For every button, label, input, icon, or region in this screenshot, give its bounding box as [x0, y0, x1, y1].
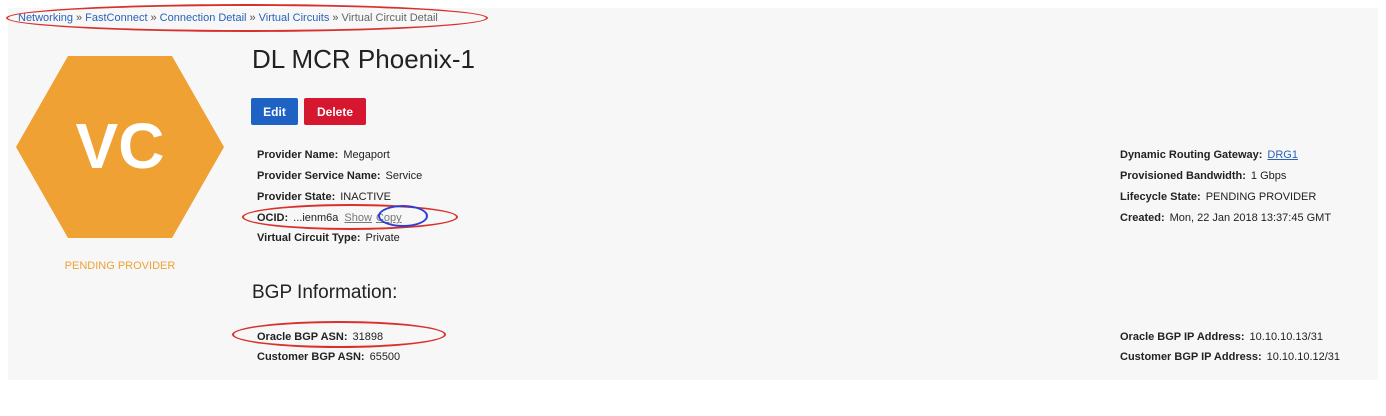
- oracle-bgp-ip-row: Oracle BGP IP Address: 10.10.10.13/31: [1120, 330, 1323, 344]
- bandwidth-value: 1 Gbps: [1250, 170, 1287, 182]
- breadcrumb-networking[interactable]: Networking: [18, 12, 73, 24]
- customer-bgp-asn-row: Customer BGP ASN: 65500: [257, 350, 400, 364]
- customer-bgp-asn-value: 65500: [369, 351, 401, 363]
- drg-row: Dynamic Routing Gateway: DRG1: [1120, 148, 1298, 162]
- provider-name-value: Megaport: [343, 149, 390, 161]
- virtual-circuit-type-value: Private: [365, 232, 400, 244]
- ocid-show-link[interactable]: Show: [344, 212, 372, 224]
- provider-state-value: INACTIVE: [340, 191, 391, 203]
- ocid-value: ...ienm6a: [293, 212, 339, 224]
- provider-name-row: Provider Name: Megaport: [257, 148, 390, 162]
- created-row: Created: Mon, 22 Jan 2018 13:37:45 GMT: [1120, 211, 1331, 225]
- virtual-circuit-type-row: Virtual Circuit Type: Private: [257, 231, 400, 245]
- customer-bgp-ip-value: 10.10.10.12/31: [1266, 351, 1341, 363]
- lifecycle-state-label: Lifecycle State:: [1120, 191, 1201, 203]
- oracle-bgp-asn-value: 31898: [352, 331, 384, 343]
- created-value: Mon, 22 Jan 2018 13:37:45 GMT: [1169, 212, 1332, 224]
- ocid-label: OCID:: [257, 212, 289, 224]
- oracle-bgp-ip-value: 10.10.10.13/31: [1249, 331, 1323, 343]
- provider-service-name-value: Service: [385, 170, 423, 182]
- customer-bgp-ip-label: Customer BGP IP Address:: [1120, 351, 1262, 363]
- edit-button[interactable]: Edit: [251, 98, 298, 125]
- oracle-bgp-ip-label: Oracle BGP IP Address:: [1120, 331, 1245, 343]
- provider-state-row: Provider State: INACTIVE: [257, 190, 391, 204]
- virtual-circuit-hexagon-icon: VC: [16, 56, 224, 238]
- breadcrumb: Networking» FastConnect» Connection Detail…: [18, 12, 438, 24]
- breadcrumb-separator: »: [76, 12, 83, 24]
- breadcrumb-fastconnect[interactable]: FastConnect: [85, 12, 147, 24]
- bgp-section-heading: BGP Information:: [252, 282, 398, 303]
- created-label: Created:: [1120, 212, 1165, 224]
- provider-service-name-label: Provider Service Name:: [257, 170, 381, 182]
- hexagon-abbr: VC: [76, 110, 165, 182]
- lifecycle-state-row: Lifecycle State: PENDING PROVIDER: [1120, 190, 1316, 204]
- resource-state-label: PENDING PROVIDER: [64, 260, 176, 272]
- oracle-bgp-asn-label: Oracle BGP ASN:: [257, 331, 348, 343]
- drg-link[interactable]: DRG1: [1267, 149, 1298, 161]
- provider-service-name-row: Provider Service Name: Service: [257, 169, 422, 183]
- breadcrumb-virtual-circuits[interactable]: Virtual Circuits: [259, 12, 330, 24]
- breadcrumb-current: Virtual Circuit Detail: [341, 12, 438, 24]
- ocid-row: OCID: ...ienm6a Show Copy: [257, 211, 402, 225]
- breadcrumb-separator: »: [249, 12, 256, 24]
- breadcrumb-separator: »: [150, 12, 157, 24]
- bandwidth-row: Provisioned Bandwidth: 1 Gbps: [1120, 169, 1286, 183]
- breadcrumb-connection-detail[interactable]: Connection Detail: [160, 12, 247, 24]
- breadcrumb-separator: »: [332, 12, 339, 24]
- virtual-circuit-type-label: Virtual Circuit Type:: [257, 232, 361, 244]
- oracle-bgp-asn-row: Oracle BGP ASN: 31898: [257, 330, 383, 344]
- lifecycle-state-value: PENDING PROVIDER: [1205, 191, 1317, 203]
- provider-name-label: Provider Name:: [257, 149, 339, 161]
- bandwidth-label: Provisioned Bandwidth:: [1120, 170, 1246, 182]
- drg-label: Dynamic Routing Gateway:: [1120, 149, 1263, 161]
- customer-bgp-asn-label: Customer BGP ASN:: [257, 351, 365, 363]
- ocid-copy-link[interactable]: Copy: [376, 212, 402, 224]
- delete-button[interactable]: Delete: [304, 98, 366, 125]
- customer-bgp-ip-row: Customer BGP IP Address: 10.10.10.12/31: [1120, 350, 1340, 364]
- provider-state-label: Provider State:: [257, 191, 336, 203]
- page-title: DL MCR Phoenix-1: [252, 44, 476, 74]
